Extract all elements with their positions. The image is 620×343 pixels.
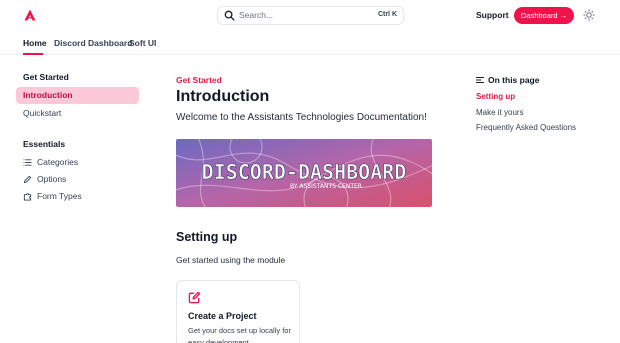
sidebar-item-label: Options (37, 174, 67, 184)
edit-icon (188, 291, 201, 304)
sidebar-heading-get-started: Get Started (23, 72, 69, 82)
dashboard-button[interactable]: Dashboard → (514, 7, 574, 24)
search-shortcut: Ctrl K (377, 11, 397, 18)
sidebar-item-label: Form Types (37, 191, 82, 201)
tab-home[interactable]: Home (23, 38, 47, 48)
pencil-icon (23, 175, 32, 184)
sidebar-item-introduction[interactable]: Introduction (16, 87, 139, 104)
tab-soft-ui[interactable]: Soft UI (129, 38, 156, 48)
tab-bar: Home Discord Dashboard Soft UI (0, 31, 620, 55)
sun-icon[interactable] (583, 9, 595, 21)
top-bar: Search... Ctrl K Support Dashboard → (0, 0, 620, 31)
sidebar-heading-essentials: Essentials (23, 139, 66, 149)
section-text: Get started using the module (176, 255, 286, 265)
page-eyebrow: Get Started (176, 75, 222, 85)
active-tab-indicator (23, 53, 43, 55)
toc-item-setting-up[interactable]: Setting up (476, 92, 515, 101)
support-link[interactable]: Support (476, 10, 509, 20)
card-title: Create a Project (188, 311, 257, 321)
sidebar-item-form-types[interactable]: Form Types (16, 188, 139, 205)
search-icon (224, 10, 235, 21)
sidebar-item-label: Categories (37, 157, 79, 167)
list-icon (23, 159, 32, 166)
puzzle-icon (23, 193, 32, 201)
toc-item-faq[interactable]: Frequently Asked Questions (476, 123, 576, 132)
page-title: Introduction (176, 88, 270, 105)
hero-banner: DISCORD-DASHBOARD BY ASSISTANTS CENTER (176, 139, 432, 207)
toc-title: On this page (488, 75, 540, 85)
banner-title: DISCORD-DASHBOARD (202, 160, 407, 184)
toc-heading: On this page (476, 75, 539, 85)
create-project-card[interactable]: Create a Project Get your docs set up lo… (176, 280, 300, 343)
banner-subtitle: BY ASSISTANTS CENTER (290, 183, 362, 190)
toc-item-make-it-yours[interactable]: Make it yours (476, 108, 524, 117)
sidebar-item-options[interactable]: Options (16, 171, 139, 188)
logo-icon[interactable] (24, 9, 36, 21)
align-left-icon (476, 77, 484, 83)
page-lead: Welcome to the Assistants Technologies D… (176, 112, 427, 123)
sidebar-item-categories[interactable]: Categories (16, 154, 139, 171)
search-placeholder: Search... (239, 10, 274, 20)
search-input[interactable]: Search... Ctrl K (217, 6, 404, 25)
card-description: Get your docs set up locally for easy de… (188, 326, 291, 343)
section-title: Setting up (176, 230, 238, 244)
tab-discord-dashboard[interactable]: Discord Dashboard (54, 38, 132, 48)
sidebar-item-quickstart[interactable]: Quickstart (16, 105, 139, 122)
